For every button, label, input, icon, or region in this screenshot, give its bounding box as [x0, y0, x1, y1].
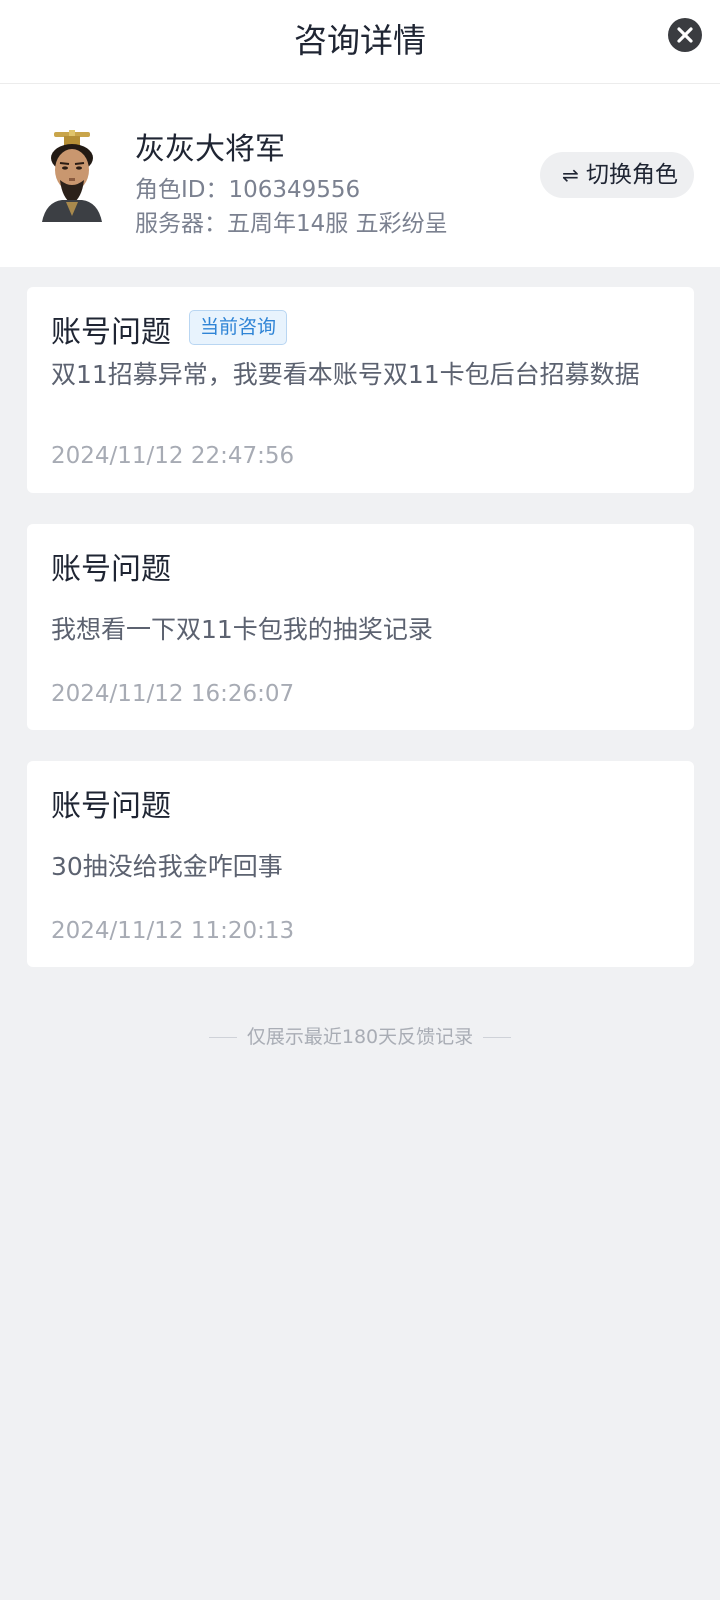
consultation-card[interactable]: 账号问题 30抽没给我金咋回事 2024/11/12 11:20:13 [27, 761, 694, 967]
swap-icon: ⇌ [562, 163, 579, 187]
switch-role-label: 切换角色 [586, 162, 678, 188]
role-name: 灰灰大将军 [135, 132, 285, 167]
divider-right [483, 1037, 512, 1038]
current-consultation-badge: 当前咨询 [189, 310, 288, 345]
card-content: 我想看一下双11卡包我的抽奖记录 [51, 615, 433, 644]
avatar [42, 130, 102, 222]
consultation-card[interactable]: 账号问题 当前咨询 双11招募异常，我要看本账号双11卡包后台招募数据 2024… [27, 287, 694, 493]
switch-role-button[interactable]: ⇌ 切换角色 [540, 152, 694, 198]
card-timestamp: 2024/11/12 16:26:07 [51, 681, 295, 707]
card-content: 双11招募异常，我要看本账号双11卡包后台招募数据 [51, 360, 640, 389]
card-content: 30抽没给我金咋回事 [51, 852, 283, 881]
history-note: 仅展示最近180天反馈记录 [0, 1022, 720, 1049]
card-timestamp: 2024/11/12 22:47:56 [51, 443, 295, 469]
role-id: 角色ID：106349556 [135, 177, 361, 203]
header-bar: 咨询详情 [0, 0, 720, 84]
close-button[interactable] [668, 18, 702, 52]
role-profile: 灰灰大将军 角色ID：106349556 服务器：五周年14服 五彩纷呈 ⇌ 切… [0, 84, 720, 267]
server-info: 服务器：五周年14服 五彩纷呈 [135, 211, 448, 237]
card-category: 账号问题 [51, 315, 171, 350]
divider-left [208, 1037, 237, 1038]
card-category: 账号问题 [51, 552, 171, 587]
consultation-card[interactable]: 账号问题 我想看一下双11卡包我的抽奖记录 2024/11/12 16:26:0… [27, 524, 694, 730]
card-timestamp: 2024/11/12 11:20:13 [51, 918, 295, 944]
history-note-text: 仅展示最近180天反馈记录 [246, 1026, 474, 1048]
page-title: 咨询详情 [294, 21, 426, 60]
card-category: 账号问题 [51, 789, 171, 824]
close-icon [677, 27, 693, 43]
